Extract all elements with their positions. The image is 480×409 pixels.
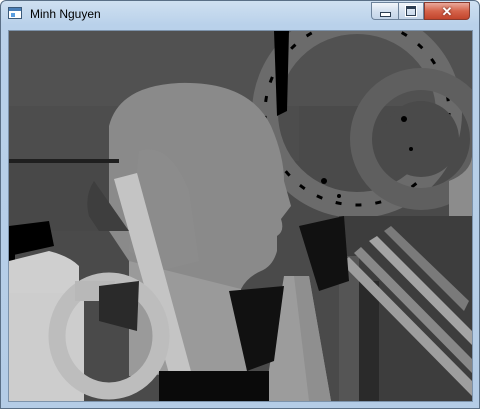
minimize-button[interactable] [371, 2, 398, 20]
title-bar[interactable]: Minh Nguyen ✕ [1, 1, 479, 29]
maximize-icon [406, 6, 416, 16]
app-window: Minh Nguyen ✕ [0, 0, 480, 409]
image-view [8, 30, 473, 402]
depth-map-image [9, 31, 472, 401]
app-window-icon[interactable] [8, 7, 22, 19]
maximize-button[interactable] [398, 2, 424, 20]
close-icon: ✕ [441, 3, 453, 19]
window-title: Minh Nguyen [30, 7, 101, 21]
minimize-icon [379, 11, 391, 17]
close-button[interactable]: ✕ [424, 2, 470, 20]
